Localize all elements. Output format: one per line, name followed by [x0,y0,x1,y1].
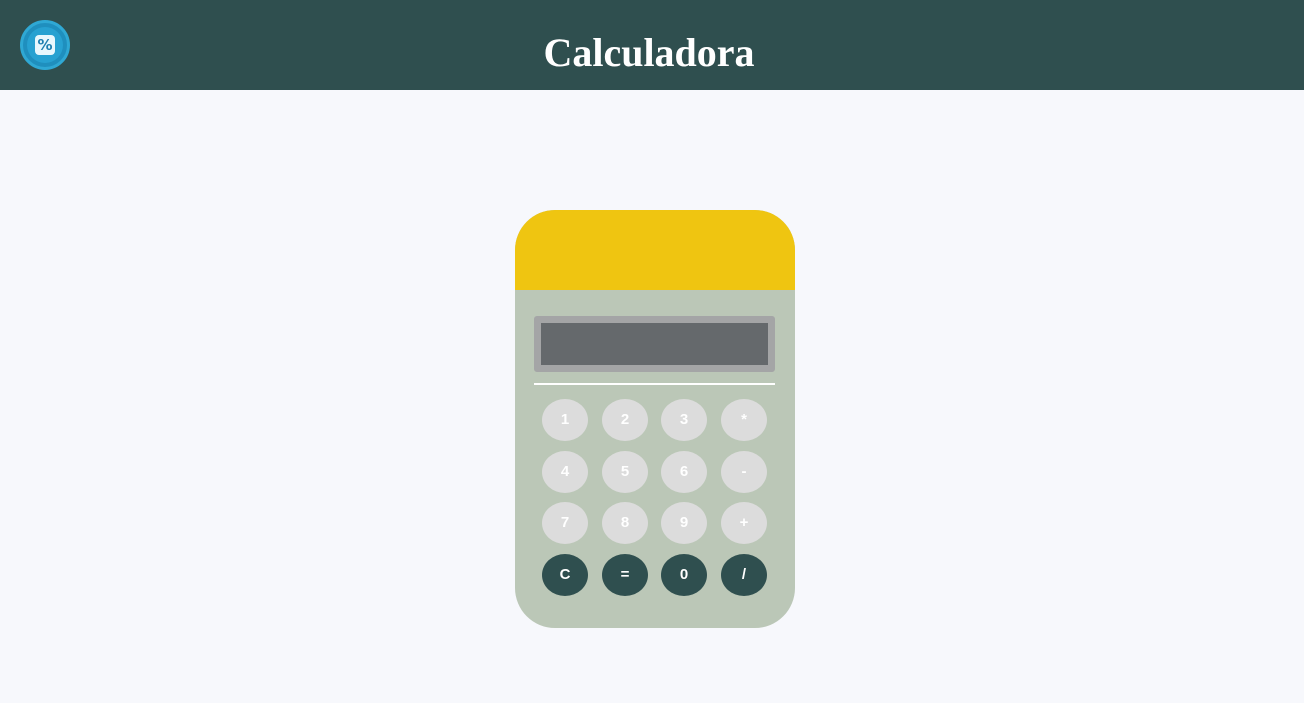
calculator-top-band [515,210,795,290]
header-bar: % Calculadora [0,0,1304,90]
key-2[interactable]: 2 [602,399,648,441]
display-divider [534,383,775,385]
key-4[interactable]: 4 [542,451,588,493]
key-6[interactable]: 6 [661,451,707,493]
page-title: Calculadora [543,30,755,75]
key-subtract[interactable]: - [721,451,767,493]
calculator: 1 2 3 * 4 5 6 - 7 8 9 + C = 0 / [515,210,795,628]
key-9[interactable]: 9 [661,502,707,544]
key-1[interactable]: 1 [542,399,588,441]
key-7[interactable]: 7 [542,502,588,544]
key-clear[interactable]: C [542,554,588,596]
key-8[interactable]: 8 [602,502,648,544]
key-divide[interactable]: / [721,554,767,596]
key-3[interactable]: 3 [661,399,707,441]
key-add[interactable]: + [721,502,767,544]
key-0[interactable]: 0 [661,554,707,596]
key-equals[interactable]: = [602,554,648,596]
key-multiply[interactable]: * [721,399,767,441]
calculator-display [534,316,775,372]
key-5[interactable]: 5 [602,451,648,493]
